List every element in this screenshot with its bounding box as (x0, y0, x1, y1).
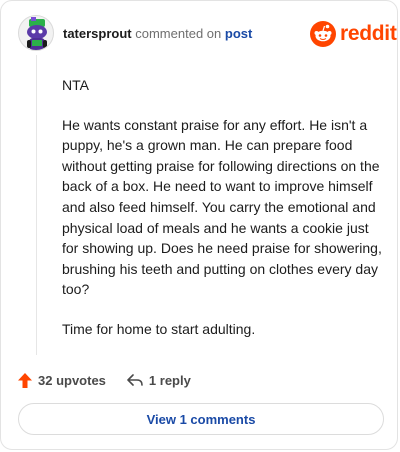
post-link[interactable]: post (225, 26, 252, 41)
reply-button[interactable]: 1 reply (126, 372, 191, 388)
view-comments-button[interactable]: View 1 comments (18, 403, 384, 435)
comment-paragraph: NTA (62, 77, 89, 93)
comment-header: tatersprout commented on post (63, 26, 252, 42)
comment-paragraph: Time for home to start adulting. (62, 320, 256, 337)
reddit-logo-icon (310, 21, 336, 47)
upvote-count: 32 upvotes (38, 372, 106, 388)
reddit-wordmark: reddit (340, 22, 397, 45)
comment-paragraph: He wants constant praise for any effort.… (62, 116, 382, 298)
reply-count: 1 reply (148, 372, 191, 388)
comment-body: NTA He wants constant praise for any eff… (62, 75, 387, 359)
snoo-avatar-icon (27, 17, 47, 50)
reply-arrow-icon (127, 374, 143, 386)
upvote-button[interactable]: 32 upvotes (17, 372, 106, 389)
reddit-logo[interactable]: reddit (310, 19, 397, 49)
comment-actions: 32 upvotes 1 reply (17, 369, 191, 391)
comment-author[interactable]: tatersprout (63, 26, 132, 41)
comment-card: tatersprout commented on post reddit NTA… (0, 0, 398, 450)
avatar[interactable] (18, 15, 54, 51)
upvote-arrow-icon (18, 372, 32, 388)
comment-action-text: commented on (135, 26, 222, 41)
thread-line (36, 55, 37, 355)
